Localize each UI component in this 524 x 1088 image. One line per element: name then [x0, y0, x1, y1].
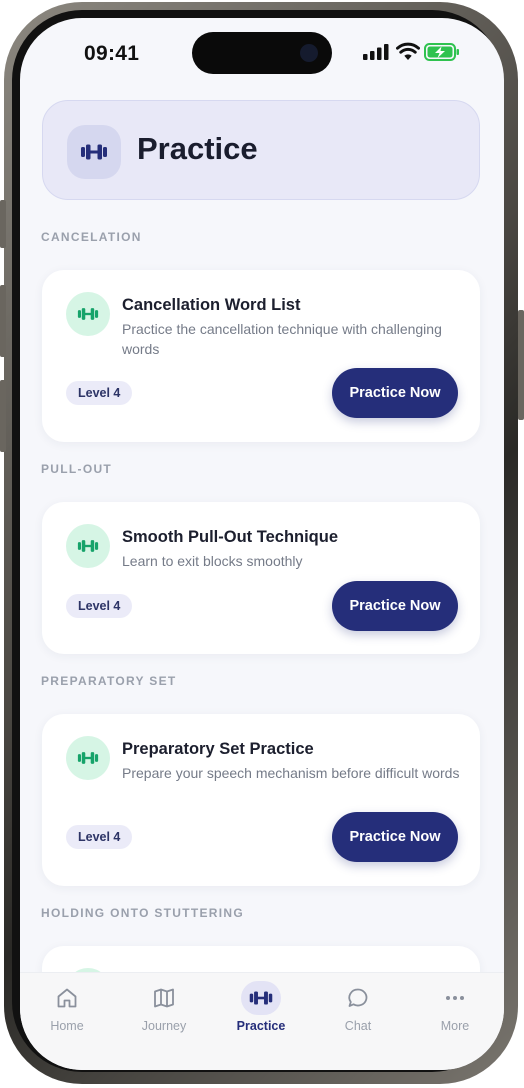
section-label-cancelation: CANCELATION: [41, 230, 142, 244]
dumbbell-icon: [66, 292, 110, 336]
tab-practice[interactable]: Practice: [221, 981, 301, 1033]
dumbbell-icon: [66, 736, 110, 780]
level-badge: Level 4: [66, 825, 133, 849]
action-button: [0, 200, 6, 248]
exercise-card[interactable]: [42, 946, 480, 972]
card-title: Cancellation Word List: [122, 296, 301, 314]
card-description: Learn to exit blocks smoothly: [122, 553, 303, 569]
tab-bar: Home Journey Practice Chat More: [20, 972, 504, 1070]
level-badge: Level 4: [66, 594, 133, 618]
status-bar: 09:41: [20, 18, 504, 88]
volume-up-button: [0, 285, 6, 357]
card-description: Practice the cancellation technique with…: [122, 321, 442, 357]
exercise-card[interactable]: Cancellation Word List Practice the canc…: [42, 270, 480, 442]
home-icon: [47, 981, 87, 1015]
card-title: Preparatory Set Practice: [122, 740, 314, 758]
wifi-icon: [396, 42, 420, 60]
tab-label: More: [440, 1019, 470, 1033]
section-label-preparatory-set: PREPARATORY SET: [41, 674, 177, 688]
practice-now-button[interactable]: Practice Now: [332, 812, 458, 862]
more-dots-icon: [435, 981, 475, 1015]
chat-bubble-icon: [338, 981, 378, 1015]
card-description: Prepare your speech mechanism before dif…: [122, 765, 460, 781]
practice-now-button[interactable]: Practice Now: [332, 368, 458, 418]
tab-chat[interactable]: Chat: [318, 981, 398, 1033]
status-time: 09:41: [84, 42, 140, 65]
screen: Practice CANCELATION Cancellation Word L…: [20, 18, 504, 1070]
battery-charging-icon: [424, 43, 459, 61]
dumbbell-icon: [66, 524, 110, 568]
dumbbell-icon: [67, 125, 121, 179]
card-title: Smooth Pull-Out Technique: [122, 528, 339, 546]
page-title: Practice: [137, 131, 258, 166]
section-label-holding-onto-stuttering: HOLDING ONTO STUTTERING: [41, 906, 245, 920]
tab-more[interactable]: More: [415, 981, 495, 1033]
volume-down-button: [0, 380, 6, 452]
tab-label: Chat: [344, 1019, 372, 1033]
cellular-signal-icon: [363, 44, 389, 60]
page-header: Practice: [42, 100, 480, 200]
camera-icon: [300, 44, 318, 62]
exercise-card[interactable]: Preparatory Set Practice Prepare your sp…: [42, 714, 480, 886]
power-button: [518, 310, 524, 420]
exercise-card[interactable]: Smooth Pull-Out Technique Learn to exit …: [42, 502, 480, 654]
level-badge: Level 4: [66, 381, 133, 405]
map-icon: [144, 981, 184, 1015]
scroll-content[interactable]: Practice CANCELATION Cancellation Word L…: [20, 18, 504, 972]
dynamic-island: [192, 32, 332, 74]
tab-journey[interactable]: Journey: [124, 981, 204, 1033]
dumbbell-icon: [241, 981, 281, 1015]
section-label-pull-out: PULL-OUT: [41, 462, 113, 476]
tab-label: Journey: [141, 1019, 187, 1033]
practice-now-button[interactable]: Practice Now: [332, 581, 458, 631]
tab-home[interactable]: Home: [27, 981, 107, 1033]
tab-label: Home: [50, 1019, 84, 1033]
tab-label: Practice: [236, 1019, 286, 1033]
